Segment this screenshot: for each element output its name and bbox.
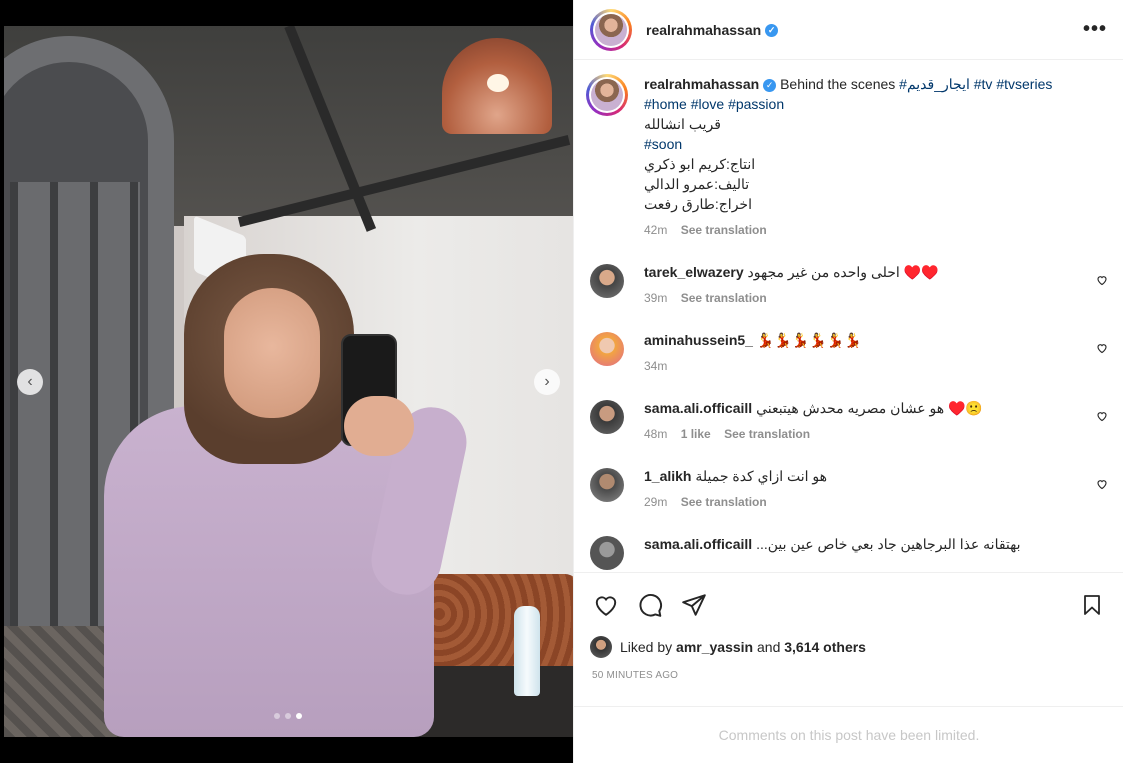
comment-button[interactable] [634,589,666,621]
caption: realrahmahassan ✓ Behind the scenes #ايجا… [586,74,1108,238]
commenter-username[interactable]: 1_alikh [644,468,691,484]
hashtag[interactable]: #passion [728,96,784,112]
caption-body: realrahmahassan ✓ Behind the scenes #ايجا… [644,74,1108,238]
comment-bubble-icon [639,593,662,617]
caption-time[interactable]: 42m [644,223,667,237]
commenter-username[interactable]: sama.ali.officaill [644,400,752,416]
comment-item: tarek_elwazery احلى واحده من غير مجهود ♥… [590,262,1108,306]
caption-text: Behind the scenes [780,76,896,92]
comment-text: هو انت ازاي كدة جميلة [695,468,828,484]
chevron-right-icon: › [544,373,550,390]
caption-line: قريب انشالله [644,116,721,132]
comment-time[interactable]: 29m [644,495,667,509]
comment-time[interactable]: 48m [644,427,667,441]
post-timestamp[interactable]: 50 MINUTES AGO [592,670,678,681]
comment-like-heart-icon[interactable] [1096,410,1108,425]
heart-icon [595,595,617,616]
comment-like-heart-icon[interactable] [1096,478,1108,493]
comment-item: sama.ali.officaill ...بهتقانه عذا البرجا… [590,534,1108,570]
share-button[interactable] [678,589,710,621]
hashtag[interactable]: #soon [644,134,1108,154]
comment-text: هو عشان مصريه محدش هيتبعني ♥️🙁 [756,400,983,416]
author-username-text[interactable]: realrahmahassan [646,22,761,38]
comment-like-heart-icon[interactable] [1096,342,1108,357]
likes-others-link[interactable]: 3,614 others [784,639,866,655]
hashtag[interactable]: #tv [974,76,993,92]
comment-text: ...بهتقانه عذا البرجاهين جاد بعي خاص عين… [756,536,1021,552]
carousel-prev-button[interactable]: ‹ [17,369,43,395]
commenter-avatar[interactable] [590,264,624,298]
see-translation-link[interactable]: See translation [724,427,810,441]
carousel-next-button[interactable]: › [534,369,560,395]
see-translation-link[interactable]: See translation [681,495,767,509]
carousel-dot [274,713,280,719]
comments-limited-notice: Comments on this post have been limited. [574,706,1123,763]
chevron-left-icon: ‹ [27,373,33,390]
caption-line: انتاج:كريم ابو ذكري [644,156,756,172]
post-photo [4,26,573,737]
commenter-avatar[interactable] [590,332,624,366]
post-media: ‹ › [0,0,573,763]
likes-summary: Liked by amr_yassin and 3,614 others [590,636,866,658]
carousel-dot-active [296,713,302,719]
post-header: realrahmahassan ✓ ••• [574,0,1123,60]
comment-text: 💃💃💃💃💃💃 [756,332,862,348]
comment-time[interactable]: 39m [644,291,667,305]
carousel-indicator [274,713,302,719]
paper-plane-icon [682,593,706,616]
save-button[interactable] [1076,589,1108,621]
comment-like-count[interactable]: 1 like [681,427,711,441]
comment-text: احلى واحده من غير مجهود ♥️♥️ [747,264,939,280]
caption-line: تاليف:عمرو الدالي [644,176,750,192]
commenter-avatar[interactable] [590,468,624,502]
caption-avatar[interactable] [586,74,628,116]
hashtag[interactable]: #love [691,96,724,112]
see-translation-link[interactable]: See translation [681,291,767,305]
commenter-avatar[interactable] [590,400,624,434]
see-translation-link[interactable]: See translation [681,223,767,237]
author-avatar[interactable] [590,8,632,51]
hashtag[interactable]: #home [644,96,687,112]
carousel-dot [285,713,291,719]
commenter-username[interactable]: tarek_elwazery [644,264,744,280]
caption-username[interactable]: realrahmahassan [644,76,759,92]
more-options-icon[interactable]: ••• [1083,18,1107,41]
liker-username[interactable]: amr_yassin [676,639,753,655]
commenter-username[interactable]: aminahussein5_ [644,332,753,348]
hashtag[interactable]: #ايجار_قديم [899,76,970,92]
likes-and: and [757,639,781,655]
liker-avatar[interactable] [590,636,612,658]
bookmark-icon [1084,594,1100,615]
caption-line: اخراج:طارق رفعت [644,196,752,212]
verified-badge-icon: ✓ [765,24,779,38]
comment-item: aminahussein5_ 💃💃💃💃💃💃 34m [590,330,1108,374]
comment-item: sama.ali.officaill هو عشان مصريه محدش هي… [590,398,1108,442]
post-actions-bar [574,572,1123,636]
commenter-avatar[interactable] [590,536,624,570]
commenter-username[interactable]: sama.ali.officaill [644,536,752,552]
author-username[interactable]: realrahmahassan ✓ [646,22,779,38]
verified-badge-icon: ✓ [763,78,777,92]
post-side-panel: realrahmahassan ✓ ••• realrahmahassan ✓ Be… [573,0,1123,763]
hashtag[interactable]: #tvseries [996,76,1052,92]
comment-like-heart-icon[interactable] [1096,274,1108,289]
comment-item: 1_alikh هو انت ازاي كدة جميلة 29m See tr… [590,466,1108,510]
comments-list[interactable]: realrahmahassan ✓ Behind the scenes #ايجا… [574,60,1123,572]
like-button[interactable] [590,589,622,621]
comment-time[interactable]: 34m [644,359,667,373]
likes-prefix: Liked by [620,639,673,655]
